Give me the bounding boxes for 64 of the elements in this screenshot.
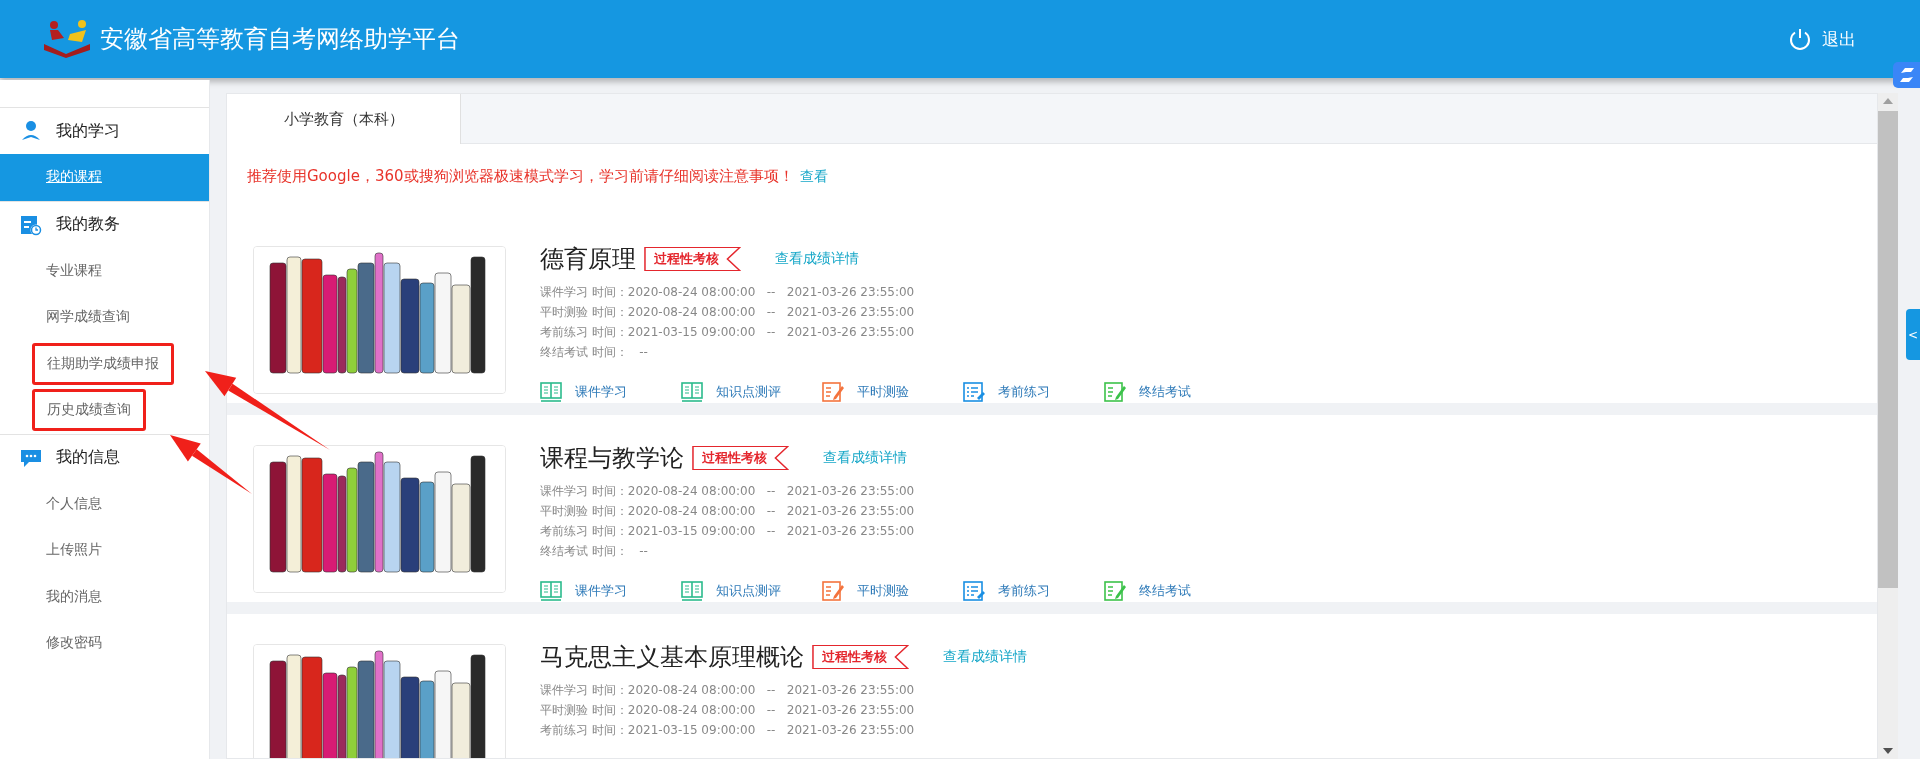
schedule-text: 考前练习 时间：2021-03-15 09:00:00 -- 2021-03-26 23:55:00	[540, 523, 916, 540]
notice-text: 推荐使用Google，360或搜狗浏览器极速模式学习，学习前请仔细阅读注意事项！	[247, 167, 794, 185]
logo-icon	[42, 20, 92, 58]
sidebar-item[interactable]: 个人信息	[46, 494, 102, 513]
schedule-text: 平时测验 时间：2020-08-24 08:00:00 -- 2021-03-26 23:55:00	[540, 702, 916, 719]
site-title: 安徽省高等教育自考网络助学平台	[100, 24, 461, 55]
course-title: 课程与教学论	[540, 443, 684, 474]
action-link[interactable]: 知识点测评	[681, 580, 822, 602]
status-tag: 过程性考核	[692, 446, 789, 470]
action-link[interactable]: 平时测验	[822, 580, 963, 602]
action-link[interactable]: 知识点测评	[681, 381, 822, 403]
edit-icon	[822, 381, 845, 403]
schedule-text: 课件学习 时间：2020-08-24 08:00:00 -- 2021-03-26 23:55:00	[540, 284, 916, 301]
scroll-thumb[interactable]	[1878, 111, 1898, 588]
action-link[interactable]: 考前练习	[963, 580, 1104, 602]
scrollbar[interactable]	[1878, 93, 1898, 759]
edit-icon	[1104, 580, 1127, 602]
schedule-text: 终结考试 时间： --	[540, 344, 649, 361]
course-title: 马克思主义基本原理概论	[540, 642, 804, 673]
sidebar-item[interactable]: 历史成绩查询	[32, 389, 146, 432]
action-link[interactable]: 课件学习	[540, 381, 681, 403]
schedule-text: 考前练习 时间：2021-03-15 09:00:00 -- 2021-03-26 23:55:00	[540, 722, 916, 739]
schedule-text: 课件学习 时间：2020-08-24 08:00:00 -- 2021-03-26 23:55:00	[540, 483, 916, 500]
book-icon	[540, 381, 563, 403]
edit-icon	[822, 580, 845, 602]
logout-button[interactable]: 退出	[1788, 27, 1856, 51]
sidebar-item[interactable]: 上传照片	[46, 541, 102, 560]
action-link[interactable]: 终结考试	[1104, 381, 1245, 403]
action-link[interactable]: 课件学习	[540, 580, 681, 602]
sidebar-item[interactable]: 往期助学成绩申报	[32, 342, 174, 385]
assistant-icon[interactable]	[1893, 62, 1920, 88]
section-title: 我的信息	[56, 447, 120, 468]
list-icon	[963, 381, 986, 403]
action-link[interactable]: 终结考试	[1104, 580, 1245, 602]
section-title: 我的学习	[56, 120, 120, 142]
score-details-link[interactable]: 查看成绩详情	[775, 250, 859, 268]
sidebar-item[interactable]: 我的课程	[0, 154, 209, 201]
status-tag: 过程性考核	[812, 645, 909, 669]
schedule-icon	[20, 213, 42, 236]
schedule-text: 平时测验 时间：2020-08-24 08:00:00 -- 2021-03-26 23:55:00	[540, 503, 916, 520]
power-icon	[1788, 27, 1812, 51]
sidebar-item[interactable]: 网学成绩查询	[46, 308, 130, 327]
book-icon	[681, 580, 704, 602]
list-icon	[963, 580, 986, 602]
sidebar-item[interactable]: 专业课程	[46, 261, 102, 280]
book-icon	[681, 381, 704, 403]
sidebar-item[interactable]: 修改密码	[46, 634, 102, 653]
sidebar-item[interactable]: 我的消息	[46, 587, 102, 606]
book-icon	[540, 580, 563, 602]
action-link[interactable]: 考前练习	[963, 381, 1104, 403]
score-details-link[interactable]: 查看成绩详情	[943, 648, 1027, 666]
edit-icon	[1104, 381, 1127, 403]
schedule-text: 终结考试 时间： --	[540, 543, 649, 560]
action-link[interactable]: 平时测验	[822, 381, 963, 403]
section-title: 我的教务	[56, 214, 120, 235]
score-details-link[interactable]: 查看成绩详情	[823, 449, 907, 467]
view-link[interactable]: 查看	[799, 168, 828, 184]
schedule-text: 平时测验 时间：2020-08-24 08:00:00 -- 2021-03-26 23:55:00	[540, 304, 916, 321]
status-tag: 过程性考核	[644, 247, 741, 271]
side-panel-toggle[interactable]: <	[1906, 309, 1920, 360]
schedule-text: 考前练习 时间：2021-03-15 09:00:00 -- 2021-03-26 23:55:00	[540, 324, 916, 341]
schedule-text: 课件学习 时间：2020-08-24 08:00:00 -- 2021-03-26 23:55:00	[540, 682, 916, 699]
tab[interactable]: 小学教育（本科）	[227, 94, 461, 144]
course-title: 德育原理	[540, 244, 636, 275]
